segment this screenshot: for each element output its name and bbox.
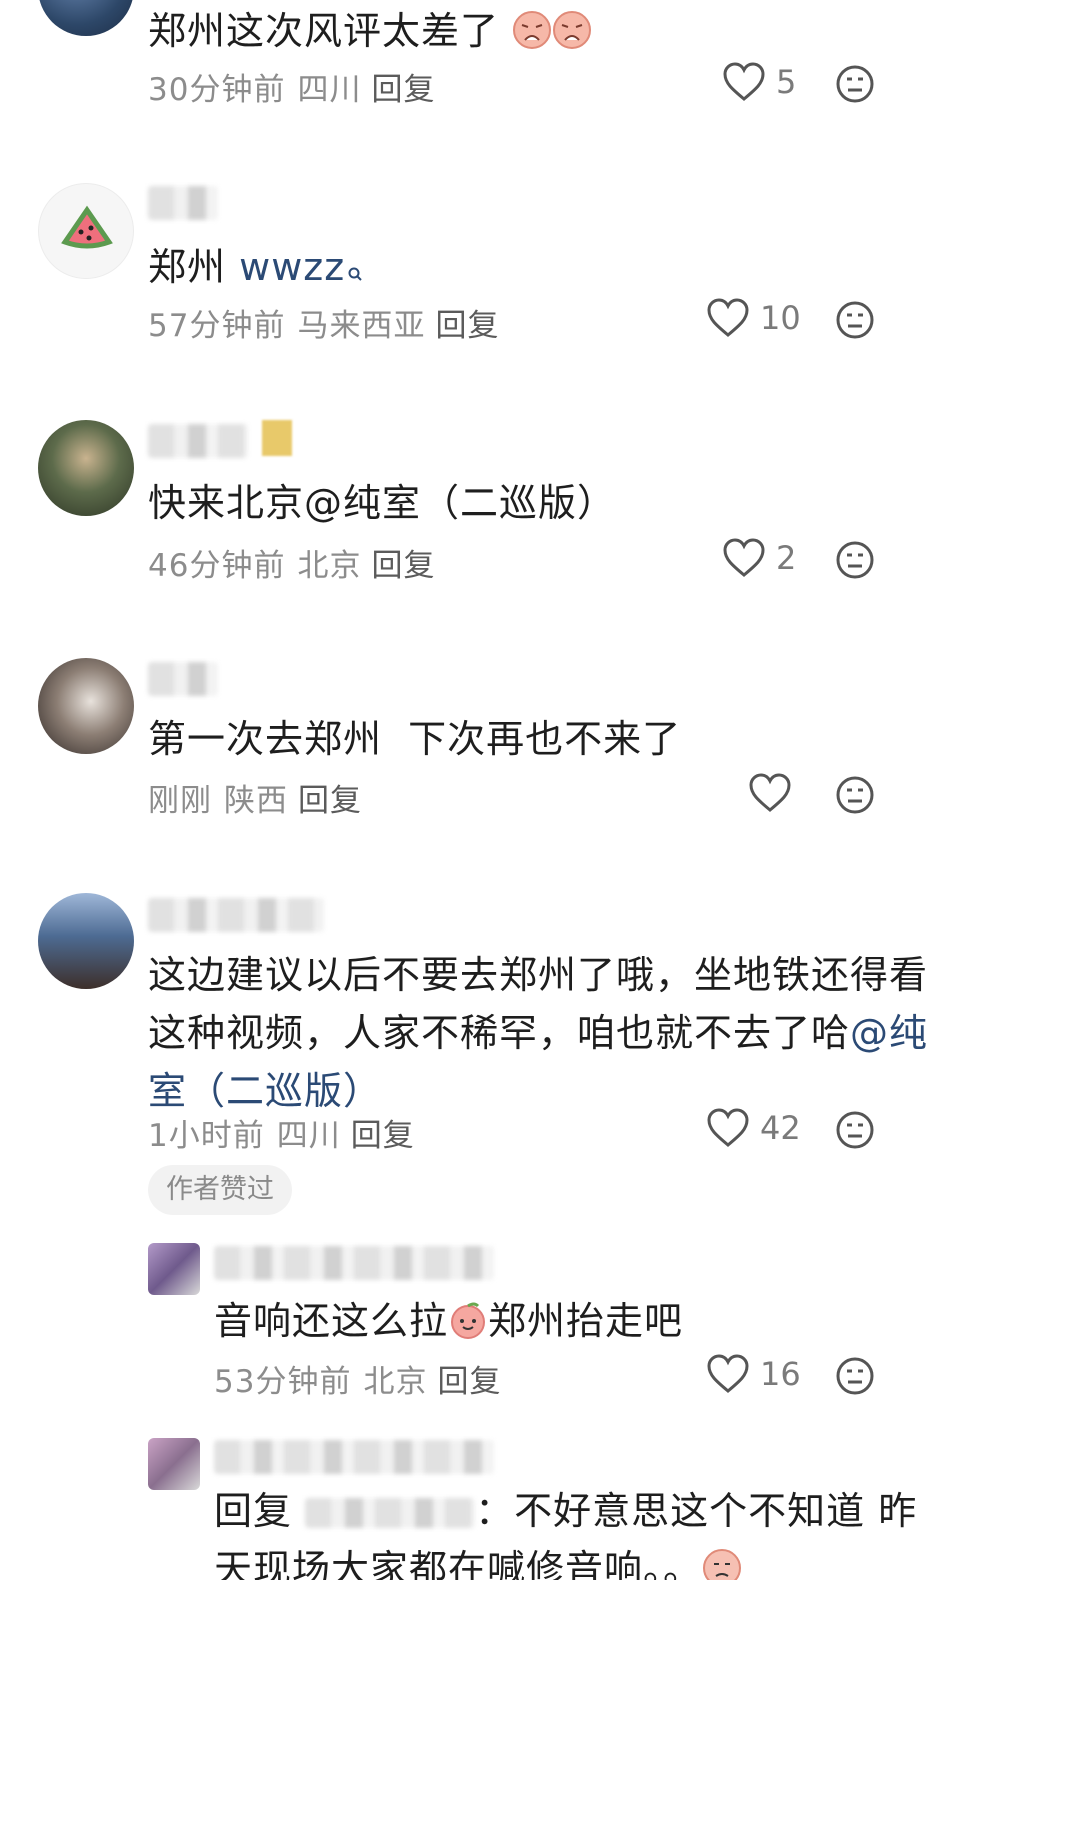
author-liked-badge: 作者赞过 <box>148 1165 292 1215</box>
username-badge <box>262 420 292 456</box>
comment-meta: 30分钟前 四川 回复 <box>148 64 435 109</box>
comment-text: 郑州 wwzz <box>148 238 363 296</box>
username-blurred <box>214 1246 494 1280</box>
reply-target-blurred <box>305 1498 476 1528</box>
reply-button[interactable]: 回复 <box>298 783 362 819</box>
comment-text: 第一次去郑州 下次再也不来了 <box>148 717 682 761</box>
like-count: 42 <box>760 1109 801 1147</box>
heart-icon <box>749 773 791 812</box>
comment-location: 四川 <box>297 72 362 108</box>
reply-button[interactable]: 回复 <box>437 1364 501 1400</box>
dislike-face-icon[interactable] <box>836 1111 874 1149</box>
crying-emoji-icon <box>553 11 592 49</box>
comment-time: 57分钟前 <box>148 308 286 344</box>
username-blurred <box>148 186 218 220</box>
avatar[interactable] <box>38 893 134 989</box>
heart-icon <box>723 62 765 101</box>
comment-location: 四川 <box>276 1118 341 1154</box>
crying-emoji-icon <box>513 11 552 49</box>
like-count: 5 <box>776 63 797 101</box>
reply-text: 音响还这么拉 郑州抬走吧 <box>214 1299 684 1343</box>
heart-icon <box>723 538 765 577</box>
reply-text: 回复 ：不好意思这个不知道 昨 天现场大家都在喊修音响。。 <box>214 1482 1074 1580</box>
dislike-face-icon[interactable] <box>836 541 874 579</box>
like-button[interactable]: 10 <box>706 298 801 338</box>
avatar[interactable] <box>148 1243 200 1295</box>
like-button[interactable]: 42 <box>706 1108 801 1148</box>
comment-meta: 刚刚 陕西 回复 <box>148 775 362 820</box>
username-blurred <box>148 898 324 932</box>
like-button[interactable]: 2 <box>722 538 796 578</box>
comment-meta: 1小时前 四川 回复 <box>148 1110 415 1155</box>
comment-location: 陕西 <box>224 783 288 819</box>
reply-button[interactable]: 回复 <box>435 308 499 344</box>
comment-time: 30分钟前 <box>148 72 286 108</box>
dislike-face-icon[interactable] <box>836 776 874 814</box>
dislike-face-icon[interactable] <box>836 301 874 339</box>
comment-time: 46分钟前 <box>148 548 286 584</box>
avatar[interactable] <box>148 1438 200 1490</box>
username-blurred <box>148 424 248 458</box>
comment-meta: 57分钟前 马来西亚 回复 <box>148 300 499 345</box>
mention-link[interactable]: @纯 <box>850 1011 928 1055</box>
comment-location: 北京 <box>297 548 362 584</box>
username-blurred <box>214 1440 494 1474</box>
heart-icon <box>707 1108 749 1147</box>
search-link[interactable]: wwzz <box>239 245 363 289</box>
search-icon <box>348 267 362 281</box>
mention-link[interactable]: 室（二巡版） <box>148 1069 382 1113</box>
avatar[interactable] <box>38 658 134 754</box>
reply-location: 北京 <box>363 1364 428 1400</box>
dislike-face-icon[interactable] <box>836 65 874 103</box>
like-button[interactable] <box>748 773 802 813</box>
avatar[interactable] <box>38 0 134 36</box>
reply-meta: 53分钟前 北京 回复 <box>214 1356 501 1401</box>
comment-text: 郑州这次风评太差了 <box>148 2 592 60</box>
comment-meta: 46分钟前 北京 回复 <box>148 540 435 585</box>
watermelon-icon <box>61 205 113 249</box>
reply-button[interactable]: 回复 <box>371 72 435 108</box>
heart-icon <box>707 1354 749 1393</box>
like-count: 2 <box>776 539 797 577</box>
comment-time: 刚刚 <box>148 783 212 819</box>
heart-icon <box>707 298 749 337</box>
comment-text: 快来北京@纯室（二巡版） <box>148 481 617 525</box>
username-blurred <box>148 662 218 696</box>
comment-time: 1小时前 <box>148 1118 265 1154</box>
comment-location: 马来西亚 <box>297 308 426 344</box>
reply-button[interactable]: 回复 <box>371 548 435 584</box>
avatar[interactable] <box>38 420 134 516</box>
like-button[interactable]: 5 <box>722 62 796 102</box>
like-count: 10 <box>760 299 801 337</box>
crying-emoji-icon <box>703 1549 742 1580</box>
reply-time: 53分钟前 <box>214 1364 352 1400</box>
comment-text: 这边建议以后不要去郑州了哦，坐地铁还得看 这种视频，人家不稀罕，咱也就不去了哈@… <box>148 953 929 1113</box>
reply-button[interactable]: 回复 <box>351 1118 415 1154</box>
dislike-face-icon[interactable] <box>836 1357 874 1395</box>
like-button[interactable]: 16 <box>706 1354 801 1394</box>
avatar[interactable] <box>38 183 134 279</box>
peach-emoji-icon <box>451 1302 486 1339</box>
like-count: 16 <box>760 1355 801 1393</box>
